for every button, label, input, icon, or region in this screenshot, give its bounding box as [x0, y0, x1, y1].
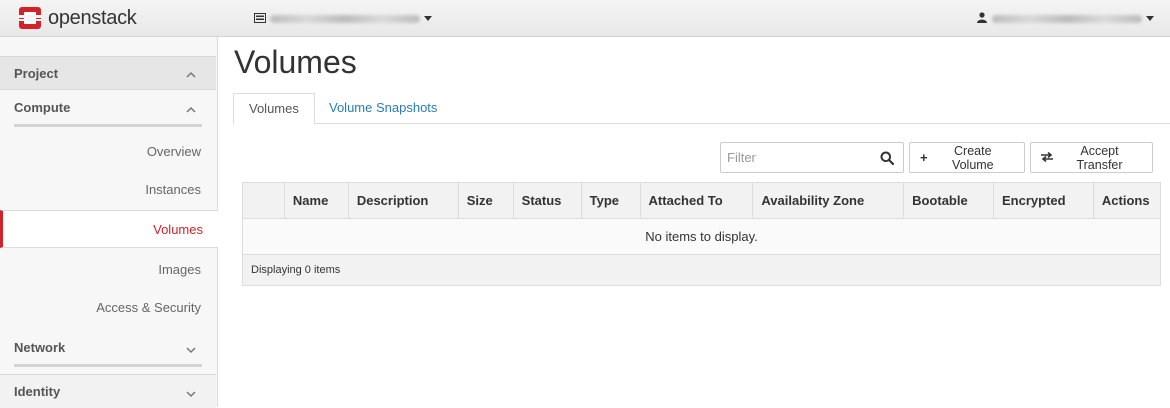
sidebar-item-images[interactable]: Images — [0, 251, 216, 289]
sidebar-network-header[interactable]: Network — [14, 331, 202, 367]
sidebar-identity-header[interactable]: Identity — [0, 374, 216, 408]
column-encrypted[interactable]: Encrypted — [993, 182, 1094, 219]
volume-tabs: Volumes Volume Snapshots — [233, 93, 1170, 125]
sidebar-item-volumes[interactable]: Volumes — [0, 210, 218, 248]
table-row-empty: No items to display. — [242, 218, 1161, 255]
column-status[interactable]: Status — [512, 182, 582, 219]
filter-input[interactable] — [721, 143, 871, 172]
column-name[interactable]: Name — [283, 182, 349, 219]
chevron-down-icon — [186, 387, 196, 397]
select-all-column[interactable] — [242, 182, 285, 219]
sidebar: Project Compute Overview Instances Volum… — [0, 37, 218, 408]
empty-message: No items to display. — [242, 218, 1161, 255]
project-name-redacted — [270, 14, 420, 23]
exchange-icon — [1041, 150, 1053, 165]
chevron-down-icon — [186, 343, 196, 353]
server-icon — [254, 11, 266, 26]
filter-box — [720, 142, 904, 173]
plus-icon: + — [920, 150, 928, 165]
column-size[interactable]: Size — [457, 182, 514, 219]
column-attached-to[interactable]: Attached To — [639, 182, 754, 219]
tab-volumes[interactable]: Volumes — [233, 93, 315, 125]
column-availability-zone[interactable]: Availability Zone — [752, 182, 905, 219]
user-icon — [977, 11, 987, 26]
page-title: Volumes — [234, 44, 357, 80]
sidebar-project-header[interactable]: Project — [0, 56, 216, 90]
accept-transfer-button[interactable]: Accept Transfer — [1030, 142, 1153, 173]
table-header-row: Name Description Size Status Type Attach… — [242, 182, 1162, 219]
openstack-logo-icon — [18, 6, 42, 30]
chevron-up-icon — [186, 103, 196, 113]
username-redacted — [992, 14, 1142, 23]
brand-logo[interactable]: openstack — [18, 6, 137, 30]
sidebar-compute-label: Compute — [14, 100, 71, 115]
project-picker[interactable] — [254, 11, 432, 26]
chevron-down-icon — [1146, 16, 1154, 21]
column-description[interactable]: Description — [347, 182, 459, 219]
volumes-table: Name Description Size Status Type Attach… — [242, 182, 1162, 286]
sidebar-item-instances[interactable]: Instances — [0, 171, 216, 209]
sidebar-item-overview[interactable]: Overview — [0, 133, 216, 171]
user-menu[interactable] — [977, 11, 1154, 26]
sidebar-network-label: Network — [14, 340, 66, 355]
sidebar-compute-header[interactable]: Compute — [14, 91, 202, 127]
accept-transfer-label: Accept Transfer — [1076, 143, 1123, 172]
create-volume-button[interactable]: + Create Volume — [909, 142, 1025, 173]
column-type[interactable]: Type — [580, 182, 641, 219]
create-volume-label: Create Volume — [951, 143, 994, 172]
chevron-down-icon — [424, 16, 432, 21]
sidebar-identity-label: Identity — [14, 384, 61, 399]
table-footer-row: Displaying 0 items — [242, 254, 1161, 286]
column-actions: Actions — [1092, 182, 1162, 219]
sidebar-item-access-security[interactable]: Access & Security — [0, 289, 216, 327]
column-bootable[interactable]: Bootable — [903, 182, 995, 219]
sidebar-project-label: Project — [14, 65, 59, 81]
chevron-up-icon — [186, 68, 196, 78]
brand-name: openstack — [48, 6, 137, 29]
top-navbar: openstack — [0, 0, 1170, 37]
tab-volume-snapshots[interactable]: Volume Snapshots — [314, 93, 452, 124]
search-icon[interactable] — [880, 151, 895, 166]
item-count: Displaying 0 items — [242, 254, 1161, 286]
